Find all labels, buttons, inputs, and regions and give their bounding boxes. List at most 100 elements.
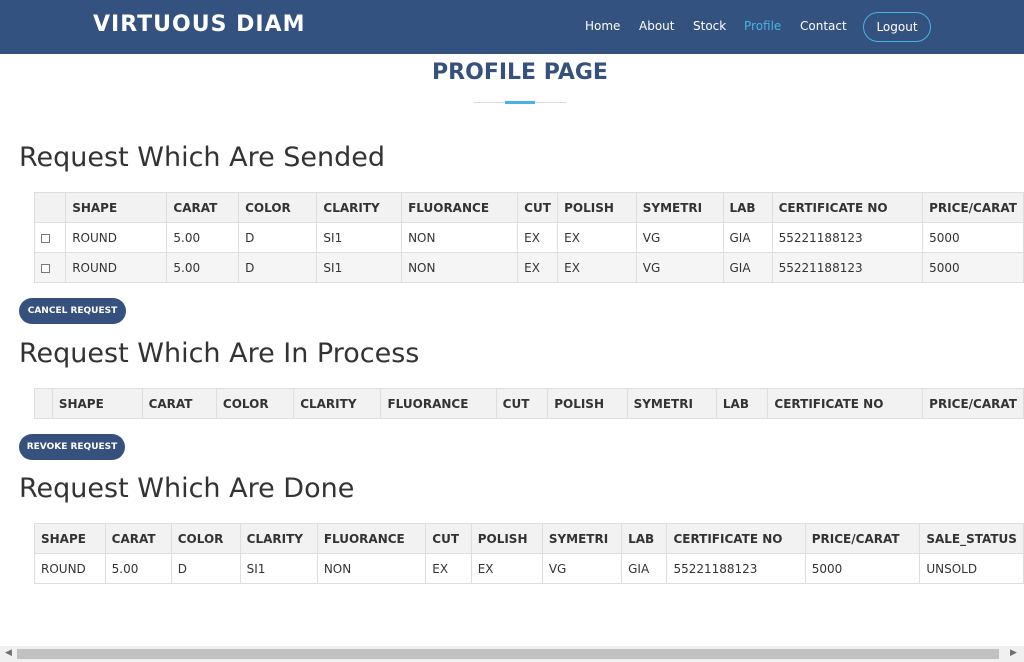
table-cell: 55221188123 — [666, 553, 806, 584]
table-header-row: SHAPE CARAT COLOR CLARITY FLUORANCE CUT POLISH… — [34, 388, 1024, 419]
table-cell: VG — [635, 252, 724, 283]
column-header-fluorance[interactable]: FLUORANCE — [316, 523, 427, 554]
table-cell: D — [238, 252, 318, 283]
row-select-checkbox[interactable] — [41, 233, 50, 243]
table-cell: SI1 — [316, 252, 403, 283]
column-header-lab[interactable]: LAB — [715, 388, 769, 419]
done-requests-table: SHAPE CARAT COLOR CLARITY FLUORANCE CUT POLISH… — [34, 523, 1024, 584]
column-header-cut[interactable]: CUT — [495, 388, 549, 419]
table-header-row: SHAPE CARAT COLOR CLARITY FLUORANCE CUT POLISH… — [34, 523, 1024, 554]
process-section-heading: Request Which Are In Process — [19, 338, 420, 369]
column-header-shape[interactable]: SHAPE — [51, 388, 143, 419]
nav-home[interactable]: Home — [585, 19, 620, 33]
column-header-price-carat[interactable]: PRICE/CARAT — [804, 523, 921, 554]
table-cell: EX — [557, 252, 637, 283]
sended-requests-table: SHAPE CARAT COLOR CLARITY FLUORANCE CUT POLISH… — [33, 192, 1024, 283]
nav-stock[interactable]: Stock — [693, 19, 726, 33]
table-cell: EX — [557, 222, 637, 253]
table-cell: 55221188123 — [771, 252, 924, 283]
table-cell: 5000 — [922, 222, 1024, 253]
column-header-polish[interactable]: POLISH — [557, 192, 637, 223]
column-header-price-carat[interactable]: PRICE/CARAT — [922, 388, 1024, 419]
table-cell: GIA — [621, 553, 668, 584]
column-header-certificate-no[interactable]: CERTIFICATE NO — [771, 192, 924, 223]
column-header-fluorance[interactable]: FLUORANCE — [401, 192, 519, 223]
table-cell: EX — [425, 553, 472, 584]
table-cell: SI1 — [316, 222, 403, 253]
column-header-certificate-no[interactable]: CERTIFICATE NO — [666, 523, 806, 554]
column-header-polish[interactable]: POLISH — [470, 523, 543, 554]
select-cell — [33, 252, 67, 283]
scrollbar-thumb[interactable] — [17, 649, 999, 659]
table-cell: ROUND — [65, 222, 168, 253]
column-header-color[interactable]: COLOR — [238, 192, 318, 223]
table-cell: NON — [401, 252, 519, 283]
table-cell: 55221188123 — [771, 222, 924, 253]
nav-about[interactable]: About — [639, 19, 674, 33]
column-header-sale-status[interactable]: SALE_STATUS — [919, 523, 1024, 554]
column-header-carat[interactable]: CARAT — [166, 192, 240, 223]
table-cell: ROUND — [34, 553, 106, 584]
table-cell: D — [238, 222, 318, 253]
done-section-heading: Request Which Are Done — [19, 473, 355, 504]
title-divider-accent — [505, 101, 535, 104]
select-cell — [33, 222, 67, 253]
process-requests-table: SHAPE CARAT COLOR CLARITY FLUORANCE CUT POLISH… — [34, 388, 1024, 419]
column-header-shape[interactable]: SHAPE — [34, 523, 106, 554]
nav-profile[interactable]: Profile — [744, 19, 781, 33]
column-header-lab[interactable]: LAB — [621, 523, 668, 554]
column-header-polish[interactable]: POLISH — [547, 388, 628, 419]
sended-section-heading: Request Which Are Sended — [19, 142, 386, 173]
table-cell: 5000 — [922, 252, 1024, 283]
table-cell: NON — [316, 553, 427, 584]
select-column-header — [34, 388, 53, 419]
table-cell: GIA — [722, 222, 773, 253]
column-header-cut[interactable]: CUT — [517, 192, 559, 223]
column-header-lab[interactable]: LAB — [722, 192, 773, 223]
table-cell: 5.00 — [166, 222, 240, 253]
column-header-clarity[interactable]: CLARITY — [316, 192, 403, 223]
revoke-request-button[interactable]: REVOKE REQUEST — [19, 434, 125, 460]
table-cell: GIA — [722, 252, 773, 283]
column-header-shape[interactable]: SHAPE — [65, 192, 168, 223]
scroll-left-arrow-icon[interactable]: ◀ — [5, 648, 12, 658]
select-column-header — [33, 192, 67, 223]
column-header-symetri[interactable]: SYMETRI — [635, 192, 724, 223]
column-header-symetri[interactable]: SYMETRI — [626, 388, 717, 419]
table-cell: EX — [517, 222, 559, 253]
column-header-color[interactable]: COLOR — [170, 523, 241, 554]
column-header-clarity[interactable]: CLARITY — [239, 523, 318, 554]
table-cell: SI1 — [239, 553, 318, 584]
logout-button[interactable]: Logout — [863, 12, 931, 42]
table-cell: UNSOLD — [919, 553, 1024, 584]
cancel-request-button[interactable]: CANCEL REQUEST — [19, 298, 126, 324]
page-title: PROFILE PAGE — [432, 60, 608, 85]
table-cell: 5.00 — [104, 553, 172, 584]
scroll-right-arrow-icon[interactable]: ▶ — [1010, 648, 1017, 658]
horizontal-scrollbar[interactable]: ◀ ▶ — [0, 646, 1024, 662]
row-select-checkbox[interactable] — [41, 263, 50, 273]
table-cell: VG — [541, 553, 623, 584]
column-header-color[interactable]: COLOR — [215, 388, 295, 419]
column-header-certificate-no[interactable]: CERTIFICATE NO — [767, 388, 924, 419]
table-row: ROUND 5.00 D SI1 NON EX EX VG GIA 55221188123 5000 — [33, 252, 1024, 283]
column-header-carat[interactable]: CARAT — [141, 388, 217, 419]
table-header-row: SHAPE CARAT COLOR CLARITY FLUORANCE CUT POLISH… — [33, 192, 1024, 223]
table-row: ROUND 5.00 D SI1 NON EX EX VG GIA 55221188123 5000… — [34, 553, 1024, 584]
table-cell: EX — [517, 252, 559, 283]
table-cell: NON — [401, 222, 519, 253]
column-header-price-carat[interactable]: PRICE/CARAT — [922, 192, 1024, 223]
column-header-carat[interactable]: CARAT — [104, 523, 172, 554]
table-cell: EX — [470, 553, 543, 584]
table-cell: VG — [635, 222, 724, 253]
table-cell: ROUND — [65, 252, 168, 283]
top-navbar: VIRTUOUS DIAM Home About Stock Profile C… — [0, 0, 1024, 54]
table-cell: 5000 — [804, 553, 921, 584]
table-cell: 5.00 — [166, 252, 240, 283]
nav-contact[interactable]: Contact — [800, 19, 847, 33]
column-header-fluorance[interactable]: FLUORANCE — [380, 388, 497, 419]
table-row: ROUND 5.00 D SI1 NON EX EX VG GIA 55221188123 5000 — [33, 222, 1024, 253]
column-header-symetri[interactable]: SYMETRI — [541, 523, 623, 554]
column-header-cut[interactable]: CUT — [425, 523, 472, 554]
column-header-clarity[interactable]: CLARITY — [293, 388, 382, 419]
